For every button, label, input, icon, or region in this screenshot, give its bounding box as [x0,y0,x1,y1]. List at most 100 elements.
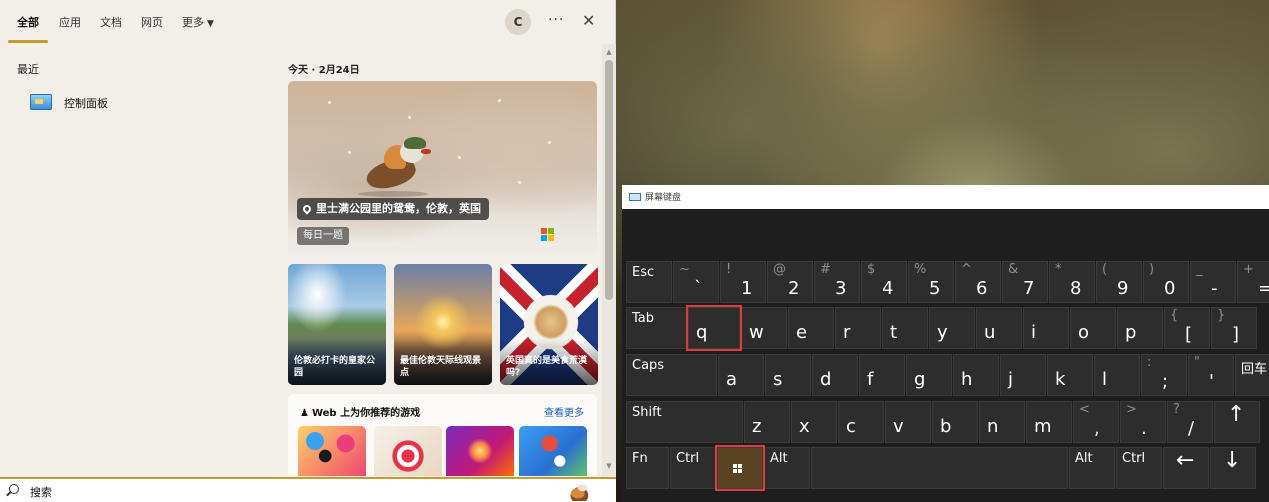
key-g[interactable]: g [906,354,952,396]
key-label: t [890,322,898,343]
key-symbol[interactable]: ↑ [1214,401,1260,443]
key-esc[interactable]: Esc [626,261,672,303]
key-space[interactable] [811,447,1068,489]
key-w[interactable]: w [741,307,787,349]
key-a[interactable]: a [718,354,764,396]
key-2[interactable]: @2 [767,261,813,303]
key-d[interactable]: d [812,354,858,396]
tab-apps[interactable]: 应用 [59,14,81,30]
key-0[interactable]: ) 0 [1143,261,1189,303]
key-shift-label: > [1126,402,1137,417]
key-x[interactable]: x [791,401,837,443]
game-tile-billiards[interactable] [298,426,366,476]
search-input[interactable]: 搜索 [0,477,616,502]
scroll-down-icon[interactable]: ▼ [605,462,613,470]
key-shift[interactable]: Shift [626,401,743,443]
news-card-royal-parks[interactable]: 伦敦必打卡的皇家公园 [288,264,386,385]
osk-titlebar[interactable]: 屏幕键盘 [622,185,1269,209]
key-k[interactable]: k [1047,354,1093,396]
key-q[interactable]: q [686,305,742,351]
game-tile-soccer[interactable] [519,426,587,476]
key-6[interactable]: ^ 6 [955,261,1001,303]
key-b[interactable]: b [932,401,978,443]
key-i[interactable]: i [1023,307,1069,349]
key-label: 4 [882,278,894,299]
tab-all[interactable]: 全部 [17,14,39,30]
key-p[interactable]: p [1117,307,1163,349]
scrollbar-thumb[interactable] [605,60,613,300]
key-label: Ctrl [676,451,700,466]
key-symbol[interactable]: ↓ [1210,447,1256,489]
hero-caption[interactable]: 里士满公园里的鸳鸯，伦敦，英国 [297,198,489,220]
key-v[interactable]: v [885,401,931,443]
tab-more[interactable]: 更多 ▼ [182,14,214,30]
key-7[interactable]: & 7 [1002,261,1048,303]
key-alt[interactable]: Alt [1069,447,1115,489]
key-shift-label: # [820,262,831,277]
key-symbol[interactable]: ~ ` [673,261,719,303]
key-h[interactable]: h [953,354,999,396]
key-windows[interactable] [715,445,765,491]
location-pin-icon [301,203,313,215]
key-symbol[interactable]: {[ [1164,307,1210,349]
news-card-food[interactable]: 英国真的是美食荒漠吗? [500,264,598,385]
see-more-link[interactable]: 查看更多 [544,404,584,419]
key-label: Caps [632,358,665,373]
key-9[interactable]: (9 [1096,261,1142,303]
key-t[interactable]: t [882,307,928,349]
key-回车[interactable]: 回车 [1235,354,1269,396]
key-8[interactable]: * 8 [1049,261,1095,303]
key-o[interactable]: o [1070,307,1116,349]
key-s[interactable]: s [765,354,811,396]
news-card-skyline[interactable]: 最佳伦敦天际线观景点 [394,264,492,385]
key-symbol[interactable]: }] [1211,307,1257,349]
key-symbol[interactable]: ← [1163,447,1209,489]
key-label: ` [694,278,703,299]
daily-quiz-chip[interactable]: 每日一题 [297,227,349,245]
key-j[interactable]: j [1000,354,1046,396]
key-ctrl[interactable]: Ctrl [670,447,716,489]
key-label: ← [1176,448,1195,473]
key-symbol[interactable]: + = [1237,261,1269,303]
account-avatar[interactable]: C [505,9,531,35]
key-3[interactable]: #3 [814,261,860,303]
key-5[interactable]: % 5 [908,261,954,303]
recent-item-control-panel[interactable]: 控制面板 [30,90,260,114]
key-e[interactable]: e [788,307,834,349]
scrollbar[interactable]: ▲ ▼ [602,44,616,477]
key-c[interactable]: c [838,401,884,443]
key-fn[interactable]: Fn [626,447,669,489]
more-options-icon[interactable]: ··· [548,12,564,28]
tab-more-label: 更多 [182,16,204,29]
hero-card[interactable]: 里士满公园里的鸳鸯，伦敦，英国 每日一题 [288,81,597,255]
key-alt[interactable]: Alt [764,447,810,489]
close-icon[interactable]: ✕ [582,11,595,30]
duck-shadow [358,191,428,197]
key-caps[interactable]: Caps [626,354,717,396]
key-symbol[interactable]: :; [1141,354,1187,396]
key-m[interactable]: m [1026,401,1072,443]
key-n[interactable]: n [979,401,1025,443]
key-1[interactable]: ! 1 [720,261,766,303]
game-tile-darts[interactable] [374,426,442,476]
key-symbol[interactable]: _ - [1190,261,1236,303]
tab-web[interactable]: 网页 [141,14,163,30]
scroll-up-icon[interactable]: ▲ [605,48,613,56]
key-l[interactable]: l [1094,354,1140,396]
key-r[interactable]: r [835,307,881,349]
key-z[interactable]: z [744,401,790,443]
key-symbol[interactable]: <, [1073,401,1119,443]
key-4[interactable]: $4 [861,261,907,303]
key-u[interactable]: u [976,307,1022,349]
key-f[interactable]: f [859,354,905,396]
news-card-title: 最佳伦敦天际线观景点 [400,356,482,378]
key-symbol[interactable]: >. [1120,401,1166,443]
key-tab[interactable]: Tab [626,307,687,349]
game-tile-rocket[interactable] [446,426,514,476]
key-symbol[interactable]: ? / [1167,401,1213,443]
control-panel-icon [30,94,52,110]
key-ctrl[interactable]: Ctrl [1116,447,1162,489]
key-symbol[interactable]: " ' [1188,354,1234,396]
key-y[interactable]: y [929,307,975,349]
tab-documents[interactable]: 文档 [100,14,122,30]
